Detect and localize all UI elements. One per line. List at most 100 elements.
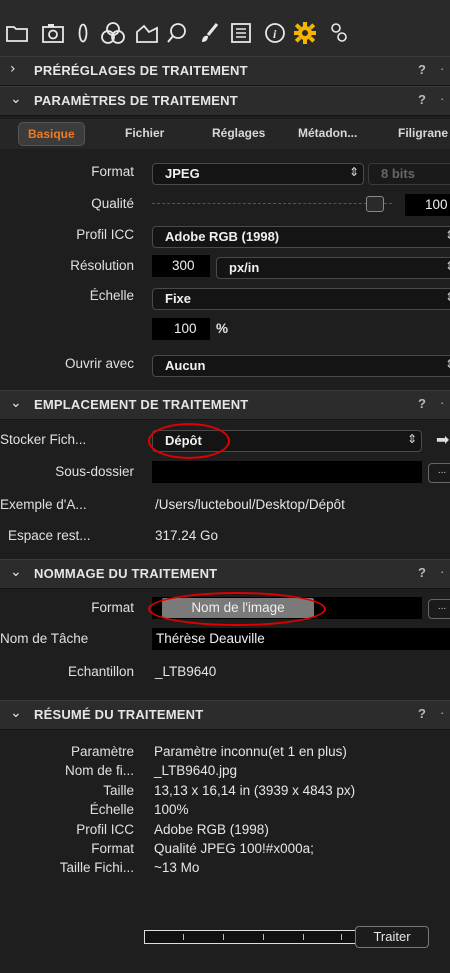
updown-icon: ⇕ xyxy=(444,290,450,304)
more-icon[interactable]: · xyxy=(440,91,444,106)
section-presets[interactable]: › PRÉRÉGLAGES DE TRAITEMENT ? · xyxy=(0,56,450,86)
resolution-value: 300 xyxy=(172,258,195,273)
example-label: Exemple d'A... xyxy=(0,497,87,512)
open-with-select[interactable]: Aucun ⇕ xyxy=(152,355,450,377)
summary-label: Paramètre xyxy=(70,744,134,759)
scale-percent-field[interactable]: 100 xyxy=(152,318,210,340)
job-name-label: Nom de Tâche xyxy=(0,631,89,646)
tab-basique[interactable]: Basique xyxy=(18,122,85,146)
brush-icon[interactable] xyxy=(196,20,222,46)
summary-value: ~13 Mo xyxy=(154,860,200,875)
svg-text:i: i xyxy=(273,27,277,41)
arrow-right-icon[interactable]: ➡ xyxy=(436,430,449,449)
tab-filigrane[interactable]: Filigrane xyxy=(398,126,448,140)
help-icon[interactable]: ? xyxy=(418,565,426,580)
chevron-down-icon[interactable]: ⌄ xyxy=(10,705,22,721)
scale-percent-value: 100 xyxy=(174,321,197,336)
highlight-circle xyxy=(148,592,326,626)
format-value: JPEG xyxy=(165,166,200,181)
remaining-space-value: 317.24 Go xyxy=(155,528,219,543)
camera-icon[interactable] xyxy=(40,20,66,46)
updown-icon: ⇕ xyxy=(444,228,450,242)
quality-slider[interactable] xyxy=(152,203,392,205)
sample-label: Echantillon xyxy=(67,664,134,679)
job-name-value: Thérèse Deauville xyxy=(156,631,265,646)
toolbar: i xyxy=(0,0,450,57)
updown-icon: ⇕ xyxy=(444,259,450,273)
quality-field[interactable]: 100 xyxy=(405,194,450,216)
section-title: PRÉRÉGLAGES DE TRAITEMENT xyxy=(34,63,248,78)
lens-icon[interactable] xyxy=(70,20,96,46)
highlight-circle xyxy=(148,423,230,459)
resolution-label: Résolution xyxy=(70,258,134,273)
bits-select[interactable]: 8 bits xyxy=(368,163,450,185)
sample-value: _LTB9640 xyxy=(155,664,217,679)
list-icon[interactable] xyxy=(228,20,254,46)
progress-tick xyxy=(183,934,184,940)
info-icon[interactable]: i xyxy=(262,20,288,46)
chevron-right-icon[interactable]: › xyxy=(10,61,16,77)
subfolder-options-button[interactable]: ... xyxy=(428,463,450,483)
summary-label: Échelle xyxy=(89,802,134,817)
summary-label: Nom de fi... xyxy=(64,763,134,778)
exposure-icon[interactable] xyxy=(134,20,160,46)
scale-label: Échelle xyxy=(89,288,134,303)
gear-icon[interactable] xyxy=(292,20,318,46)
help-icon[interactable]: ? xyxy=(418,396,426,411)
open-with-label: Ouvrir avec xyxy=(64,356,134,371)
summary-value: Paramètre inconnu(et 1 en plus) xyxy=(154,744,347,759)
subfolder-label: Sous-dossier xyxy=(55,464,134,479)
resolution-field[interactable]: 300 xyxy=(152,255,210,277)
bits-value: 8 bits xyxy=(381,166,415,181)
chevron-down-icon[interactable]: ⌄ xyxy=(10,91,22,107)
icc-select[interactable]: Adobe RGB (1998) ⇕ xyxy=(152,226,450,248)
summary-value: 100% xyxy=(154,802,189,817)
help-icon[interactable]: ? xyxy=(418,706,426,721)
tab-reglages[interactable]: Réglages xyxy=(212,126,265,140)
subfolder-field[interactable] xyxy=(152,461,422,483)
search-icon[interactable] xyxy=(164,20,190,46)
scale-select[interactable]: Fixe ⇕ xyxy=(152,288,450,310)
section-title: EMPLACEMENT DE TRAITEMENT xyxy=(34,397,249,412)
format-select[interactable]: JPEG ⇕ xyxy=(152,163,364,185)
help-icon[interactable]: ? xyxy=(418,92,426,107)
more-icon[interactable]: · xyxy=(440,564,444,579)
section-summary[interactable]: ⌄ RÉSUMÉ DU TRAITEMENT ? · xyxy=(0,700,450,730)
more-icon[interactable]: · xyxy=(440,395,444,410)
summary-label: Taille Fichi... xyxy=(59,860,134,875)
remaining-space-label: Espace rest... xyxy=(8,528,91,543)
section-title: NOMMAGE DU TRAITEMENT xyxy=(34,566,218,581)
open-with-value: Aucun xyxy=(165,358,206,373)
progress-tick xyxy=(223,934,224,940)
more-icon[interactable]: · xyxy=(440,61,444,76)
resolution-unit-select[interactable]: px/in ⇕ xyxy=(216,257,450,279)
settings-icon[interactable] xyxy=(326,20,352,46)
quality-value: 100 xyxy=(425,197,448,212)
summary-label: Taille xyxy=(103,783,134,798)
folder-icon[interactable] xyxy=(4,20,30,46)
chevron-down-icon[interactable]: ⌄ xyxy=(10,395,22,411)
help-icon[interactable]: ? xyxy=(418,62,426,77)
summary-value: _LTB9640.jpg xyxy=(154,763,238,778)
tab-metadonnees[interactable]: Métadon... xyxy=(298,126,357,140)
tab-fichier[interactable]: Fichier xyxy=(125,126,164,140)
progress-bar xyxy=(144,930,356,944)
quality-label: Qualité xyxy=(91,196,134,211)
naming-options-button[interactable]: ... xyxy=(428,599,450,619)
section-title: RÉSUMÉ DU TRAITEMENT xyxy=(34,707,204,722)
process-button[interactable]: Traiter xyxy=(355,926,429,948)
quality-slider-thumb[interactable] xyxy=(366,196,384,212)
store-files-label: Stocker Fich... xyxy=(0,432,87,447)
job-name-field[interactable]: Thérèse Deauville xyxy=(152,628,450,650)
progress-tick xyxy=(263,934,264,940)
summary-value: Qualité JPEG 100!#x000a; xyxy=(154,841,314,856)
section-location[interactable]: ⌄ EMPLACEMENT DE TRAITEMENT ? · xyxy=(0,390,450,420)
resolution-unit: px/in xyxy=(229,260,260,275)
section-params[interactable]: ⌄ PARAMÈTRES DE TRAITEMENT ? · xyxy=(0,86,450,116)
color-icon[interactable] xyxy=(100,20,126,46)
icc-value: Adobe RGB (1998) xyxy=(165,229,280,244)
chevron-down-icon[interactable]: ⌄ xyxy=(10,564,22,580)
more-icon[interactable]: · xyxy=(440,705,444,720)
summary-value: Adobe RGB (1998) xyxy=(154,822,269,837)
section-naming[interactable]: ⌄ NOMMAGE DU TRAITEMENT ? · xyxy=(0,559,450,589)
